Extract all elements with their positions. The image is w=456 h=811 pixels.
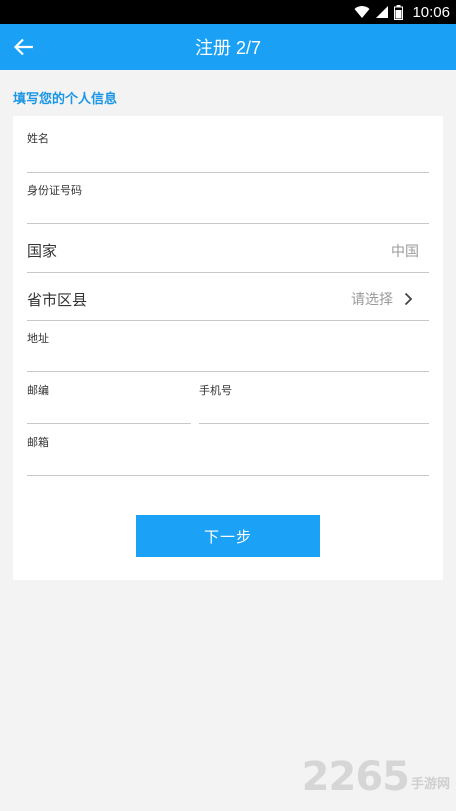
watermark-text: 手游网 <box>410 777 450 792</box>
country-label: 国家 <box>27 242 58 260</box>
postcode-underline <box>27 423 191 424</box>
id-number-field[interactable]: 身份证号码 <box>13 174 443 226</box>
address-label: 地址 <box>27 332 49 345</box>
name-label: 姓名 <box>27 132 49 145</box>
status-time: 10:06 <box>412 3 450 21</box>
postcode-field[interactable]: 邮编 <box>13 374 193 426</box>
phone-field[interactable]: 手机号 <box>198 374 443 426</box>
country-underline <box>27 272 429 273</box>
region-value: 请选择 <box>351 292 393 308</box>
id-number-underline <box>27 223 429 224</box>
battery-icon <box>394 4 404 20</box>
region-underline <box>27 320 429 321</box>
email-underline <box>27 475 429 476</box>
registration-form: 姓名 身份证号码 国家 中国 省市区县 请选择 地址 邮编 手机号 邮箱 <box>13 116 443 580</box>
wifi-icon <box>354 5 370 19</box>
phone-label: 手机号 <box>199 384 232 397</box>
chevron-right-icon <box>404 292 413 306</box>
id-number-label: 身份证号码 <box>27 184 82 197</box>
email-label: 邮箱 <box>27 436 49 449</box>
status-bar: 10:06 <box>0 0 456 24</box>
arrow-left-icon <box>14 38 33 56</box>
region-row[interactable]: 省市区县 请选择 <box>13 274 443 322</box>
name-field[interactable]: 姓名 <box>13 116 443 174</box>
back-button[interactable] <box>10 33 38 61</box>
email-field[interactable]: 邮箱 <box>13 426 443 478</box>
section-heading: 填写您的个人信息 <box>13 92 118 107</box>
watermark-logo: 2265 手游网 <box>302 757 450 797</box>
next-step-button[interactable]: 下一步 <box>136 515 320 557</box>
page-title: 注册 2/7 <box>194 38 262 58</box>
country-value: 中国 <box>391 244 419 260</box>
country-row[interactable]: 国家 中国 <box>13 226 443 274</box>
name-underline <box>27 172 429 173</box>
watermark-number: 2265 <box>301 754 410 800</box>
region-label: 省市区县 <box>27 291 88 309</box>
address-field[interactable]: 地址 <box>13 322 443 374</box>
address-underline <box>27 371 429 372</box>
postcode-label: 邮编 <box>27 384 49 397</box>
signal-icon <box>375 5 389 19</box>
app-bar: 注册 2/7 <box>0 24 456 70</box>
phone-underline <box>199 423 429 424</box>
